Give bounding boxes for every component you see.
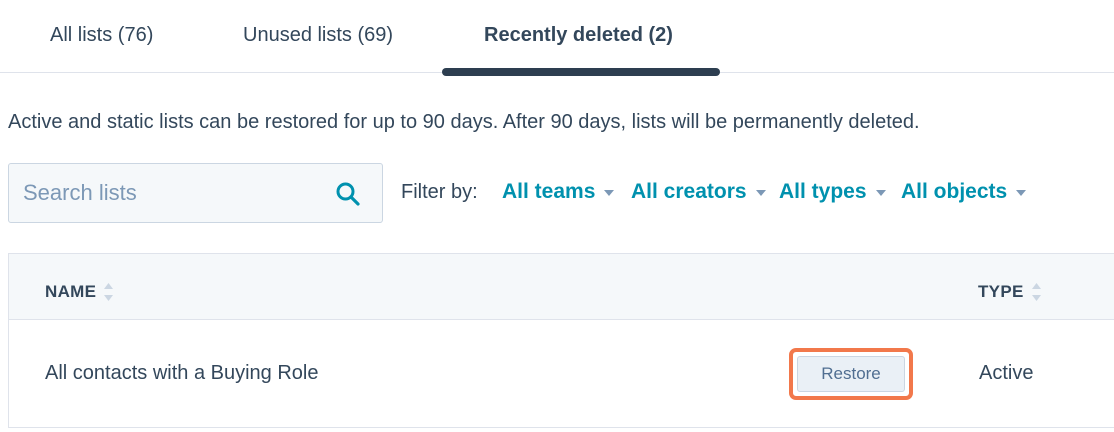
table-header: NAME TYPE: [8, 253, 1114, 320]
restore-button[interactable]: Restore: [797, 356, 905, 392]
table-row: All contacts with a Buying Role Restore …: [8, 320, 1114, 428]
search-box: [8, 163, 383, 223]
column-header-name[interactable]: NAME: [45, 281, 114, 303]
column-header-type-label: TYPE: [978, 282, 1024, 301]
filter-types-label: All types: [779, 180, 867, 203]
sort-icon: [1031, 283, 1041, 301]
chevron-down-icon: [604, 190, 615, 196]
restore-button-highlight: Restore: [789, 348, 913, 400]
filter-teams-dropdown[interactable]: All teams: [502, 180, 615, 204]
filter-by-label: Filter by:: [401, 181, 478, 203]
search-input[interactable]: [23, 178, 323, 208]
filter-objects-dropdown[interactable]: All objects: [901, 180, 1027, 204]
list-type: Active: [979, 362, 1034, 384]
column-header-name-label: NAME: [45, 282, 97, 301]
chevron-down-icon: [755, 190, 766, 196]
tab-all-lists[interactable]: All lists (76): [50, 24, 153, 47]
restore-notice: Active and static lists can be restored …: [8, 111, 920, 133]
tab-recently-deleted[interactable]: Recently deleted (2): [484, 24, 673, 47]
filter-objects-label: All objects: [901, 180, 1008, 203]
tab-bar: All lists (76) Unused lists (69) Recentl…: [0, 0, 1114, 76]
filter-teams-label: All teams: [502, 180, 596, 203]
filter-creators-label: All creators: [631, 180, 747, 203]
sort-icon: [104, 283, 114, 301]
chevron-down-icon: [1016, 190, 1027, 196]
chevron-down-icon: [875, 190, 886, 196]
column-header-type[interactable]: TYPE: [978, 281, 1042, 303]
list-name: All contacts with a Buying Role: [45, 362, 319, 384]
tab-unused-lists[interactable]: Unused lists (69): [243, 24, 393, 47]
filter-types-dropdown[interactable]: All types: [779, 180, 886, 204]
filter-creators-dropdown[interactable]: All creators: [631, 180, 766, 204]
active-tab-indicator: [442, 68, 720, 76]
search-icon[interactable]: [335, 181, 361, 207]
